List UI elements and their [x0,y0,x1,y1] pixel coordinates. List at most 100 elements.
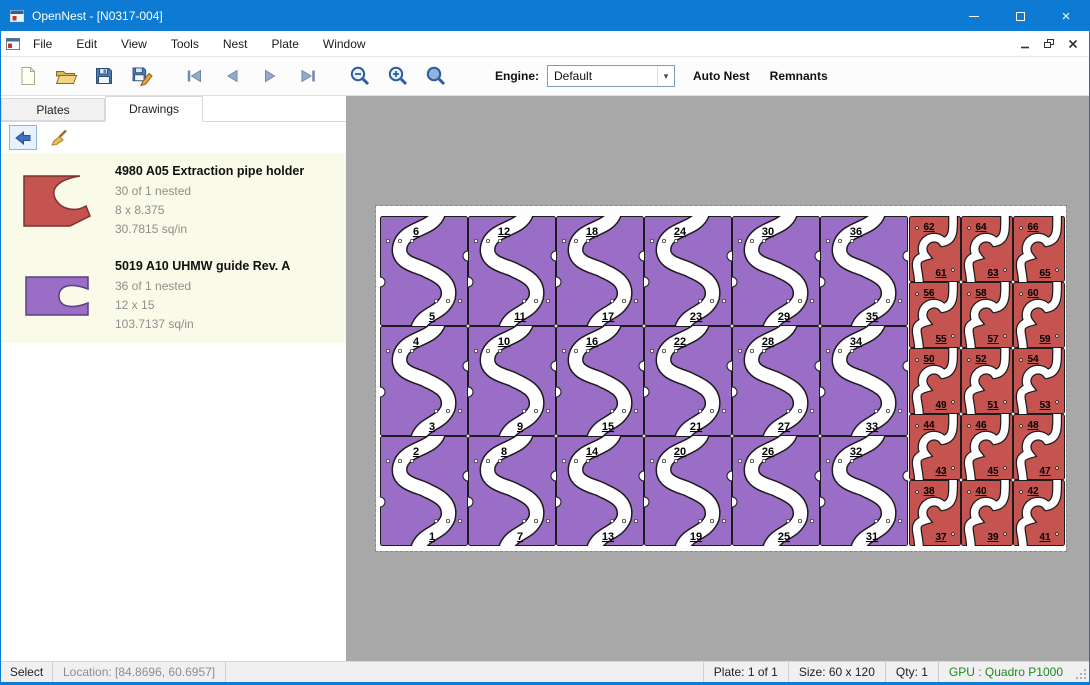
part-number-label: 51 [987,400,999,411]
save-button[interactable] [85,59,123,93]
mdi-document-icon [5,36,21,52]
mdi-close-button[interactable] [1063,35,1083,53]
list-item[interactable]: 5019 A10 UHMW guide Rev. A 36 of 1 neste… [1,248,346,343]
nested-part-pair[interactable]: 2019 [639,434,737,548]
nav-next-button[interactable] [251,59,289,93]
close-button[interactable]: × [1043,1,1089,31]
menu-file[interactable]: File [21,31,64,56]
menu-nest[interactable]: Nest [211,31,260,56]
part-number-label: 2 [413,446,419,458]
menu-edit[interactable]: Edit [64,31,109,56]
nested-part-pair[interactable]: 4443 [910,412,961,482]
red-part-shape-icon [20,172,96,230]
nested-part-pair[interactable]: 1615 [551,324,649,438]
part-number-label: 64 [975,222,987,233]
part-area: 30.7815 sq/in [115,220,304,239]
mdi-restore-button[interactable] [1039,35,1059,53]
zoom-fit-icon [424,64,448,88]
window-controls: × [951,1,1089,31]
nested-part-pair[interactable]: 6261 [910,214,961,284]
clean-button[interactable] [45,125,73,150]
nested-part-pair[interactable]: 1211 [463,214,561,328]
nav-prev-button[interactable] [213,59,251,93]
nested-part-pair[interactable]: 1413 [551,434,649,548]
nested-part-pair[interactable]: 2625 [727,434,825,548]
nav-last-button[interactable] [289,59,327,93]
part-number-label: 34 [850,336,863,348]
engine-label: Engine: [495,69,539,83]
zoom-in-button[interactable] [379,59,417,93]
open-button[interactable] [47,59,85,93]
remnants-button[interactable]: Remnants [768,65,830,87]
save-as-button[interactable] [123,59,161,93]
nested-part-pair[interactable]: 5049 [910,346,961,416]
part-number-label: 21 [690,421,702,433]
resize-grip[interactable] [1073,662,1089,682]
part-number-label: 16 [586,336,598,348]
nested-part-pair[interactable]: 6463 [962,214,1013,284]
nested-part-pair[interactable]: 4847 [1014,412,1065,482]
nested-part-pair[interactable]: 5453 [1014,346,1065,416]
nested-part-pair[interactable]: 6665 [1014,214,1065,284]
nested-part-pair[interactable]: 2827 [727,324,825,438]
mdi-restore-icon [1042,38,1056,50]
part-number-label: 38 [923,486,935,497]
nested-part-pair[interactable]: 65 [376,214,473,328]
zoom-fit-button[interactable] [417,59,455,93]
list-item[interactable]: 4980 A05 Extraction pipe holder 30 of 1 … [1,153,346,248]
nested-part-pair[interactable]: 6059 [1014,280,1065,350]
menu-plate[interactable]: Plate [260,31,311,56]
menubar: File Edit View Tools Nest Plate Window [1,31,1089,57]
nest-plate-svg: 6512111817242330293635431091615222128273… [376,206,1066,551]
nested-part-pair[interactable]: 2221 [639,324,737,438]
nested-part-pair[interactable]: 4645 [962,412,1013,482]
mdi-minimize-button[interactable] [1015,35,1035,53]
clean-broom-icon [49,128,69,148]
nested-part-pair[interactable]: 56 55 [910,280,961,350]
menu-tools[interactable]: Tools [159,31,211,56]
nest-canvas[interactable]: 6512111817242330293635431091615222128273… [346,96,1090,661]
window-title: OpenNest - [N0317-004] [32,9,163,23]
nested-part-pair[interactable]: 3635 [815,214,913,328]
tab-plates[interactable]: Plates [1,98,105,121]
mdi-window-controls [1015,35,1089,53]
new-button[interactable] [9,59,47,93]
nested-part-pair[interactable]: 5857 [962,280,1013,350]
nested-part-pair[interactable]: 4039 [962,478,1013,548]
nested-part-pair[interactable]: 3433 [815,324,913,438]
status-location: Location: [84.8696, 60.6957] [53,662,226,682]
auto-nest-button[interactable]: Auto Nest [691,65,752,87]
part-number-label: 28 [762,336,774,348]
menu-view[interactable]: View [109,31,159,56]
part-number-label: 39 [987,532,999,543]
minimize-button[interactable] [951,1,997,31]
nested-part-pair[interactable]: 21 [376,434,473,548]
status-qty: Qty: 1 [885,662,938,682]
nested-part-pair[interactable]: 3231 [815,434,913,548]
menu-window[interactable]: Window [311,31,378,56]
part-number-label: 56 [923,288,935,299]
nested-part-pair[interactable]: 4241 [1014,478,1065,548]
nested-part-pair[interactable]: 3837 [910,478,961,548]
maximize-button[interactable] [997,1,1043,31]
nested-part-pair[interactable]: 1817 [551,214,649,328]
part-number-label: 55 [935,334,947,345]
status-gpu: GPU : Quadro P1000 [938,662,1073,682]
nav-prev-icon [221,66,243,86]
zoom-out-button[interactable] [341,59,379,93]
nested-part-pair[interactable]: 2423 [639,214,737,328]
nest-back-button[interactable] [9,125,37,150]
part-number-label: 65 [1039,268,1051,279]
part-number-label: 17 [602,311,614,323]
engine-select[interactable]: Default ▾ [547,65,675,87]
nested-part-pair[interactable]: 3029 [727,214,825,328]
nested-part-pair[interactable]: 87 [463,434,561,548]
plate-sheet[interactable]: 6512111817242330293635431091615222128273… [376,206,1066,551]
nested-part-pair[interactable]: 109 [463,324,561,438]
part-number-label: 20 [674,446,686,458]
nav-first-button[interactable] [175,59,213,93]
tab-drawings[interactable]: Drawings [105,96,203,122]
chevron-down-icon[interactable]: ▾ [657,66,674,86]
nested-part-pair[interactable]: 5251 [962,346,1013,416]
nested-part-pair[interactable]: 43 [376,324,473,438]
